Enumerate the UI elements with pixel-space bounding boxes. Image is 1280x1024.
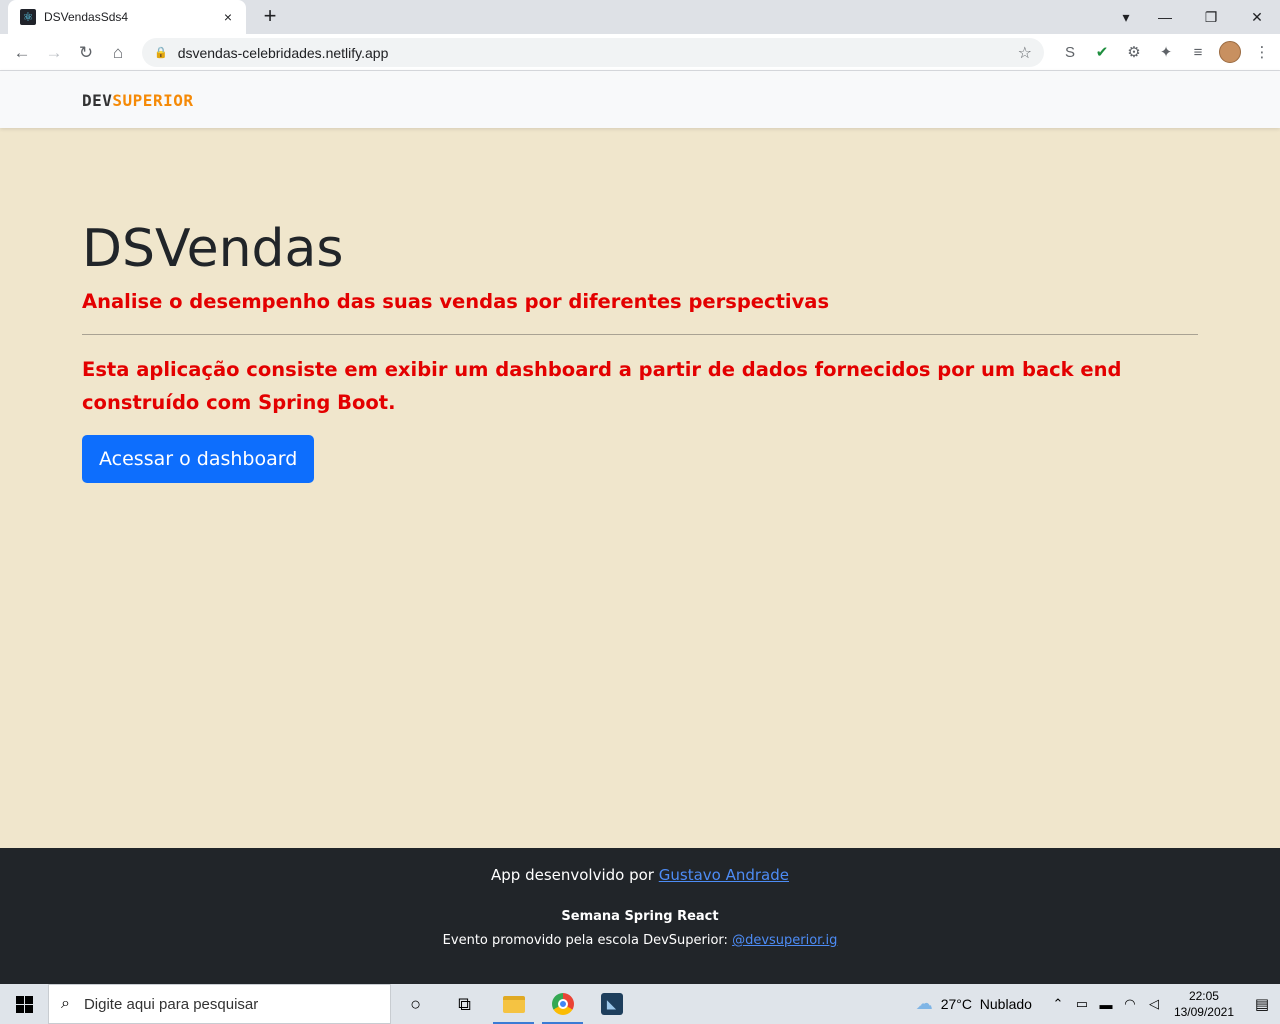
browser-tab[interactable]: ⚛ DSVendasSds4 × <box>8 0 246 34</box>
bookmark-star-icon[interactable]: ☆ <box>1018 43 1032 63</box>
task-view-icon[interactable]: ⧉ <box>440 984 489 1024</box>
taskbar-search-placeholder[interactable]: Digite aqui para pesquisar <box>84 996 258 1013</box>
notification-center-icon[interactable]: ▤ <box>1244 995 1280 1013</box>
avatar[interactable] <box>1219 41 1241 63</box>
clock-date: 13/09/2021 <box>1173 1005 1234 1019</box>
lock-icon[interactable]: 🔒 <box>154 46 168 59</box>
dashboard-button[interactable]: Acessar o dashboard <box>82 435 315 483</box>
author-link[interactable]: Gustavo Andrade <box>659 866 789 884</box>
devsuperior-logo[interactable]: DEVSUPERIOR <box>82 91 193 110</box>
weather-desc: Nublado <box>979 996 1032 1012</box>
system-tray: ☁ 27°C Nublado ⌃ ▭ ▬ ◠ ◁ 22:05 13/09/202… <box>916 984 1280 1024</box>
brand-superior: SUPERIOR <box>112 91 194 110</box>
start-button[interactable] <box>0 984 48 1024</box>
hero-section: DSVendas Analise o desempenho das suas v… <box>82 210 1198 483</box>
wifi-icon[interactable]: ◠ <box>1118 996 1142 1012</box>
tab-close-icon[interactable]: × <box>220 9 236 25</box>
cloud-icon[interactable]: ☁ <box>916 994 933 1014</box>
puzzle-extensions-icon[interactable]: ✦ <box>1150 40 1182 64</box>
url-text[interactable]: dsvendas-celebridades.netlify.app <box>178 45 1018 61</box>
chrome-icon <box>551 993 574 1015</box>
forward-icon[interactable]: → <box>42 41 66 65</box>
chevron-up-icon[interactable]: ⌃ <box>1046 996 1070 1012</box>
windows-taskbar: ⌕ Digite aqui para pesquisar ○ ⧉ ◣ ☁ 27°… <box>0 984 1280 1024</box>
address-bar[interactable]: 🔒 dsvendas-celebridades.netlify.app ☆ <box>142 38 1044 67</box>
divider <box>82 334 1198 335</box>
taskbar-search-box[interactable]: ⌕ Digite aqui para pesquisar <box>48 984 391 1024</box>
volume-icon[interactable]: ◁ <box>1142 996 1166 1012</box>
back-icon[interactable]: ← <box>10 41 34 65</box>
kebab-menu-icon[interactable]: ⋮ <box>1246 40 1278 64</box>
site-navbar: DEVSUPERIOR <box>0 71 1280 128</box>
browser-toolbar: ← → ↻ ⌂ 🔒 dsvendas-celebridades.netlify.… <box>0 34 1280 71</box>
footer-event-prefix: Evento promovido pela escola DevSuperior… <box>442 933 733 948</box>
file-explorer-app[interactable] <box>489 984 538 1024</box>
footer-event-title: Semana Spring React <box>561 909 719 924</box>
reload-icon[interactable]: ↻ <box>74 41 98 65</box>
page-title: DSVendas <box>82 219 344 279</box>
windows-logo-icon <box>15 995 33 1013</box>
brand-dev: DEV <box>82 91 113 110</box>
profile-avatar-slot[interactable] <box>1214 40 1246 64</box>
weather-temp: 27°C <box>940 996 972 1012</box>
gear-extension-icon[interactable]: ⚙ <box>1118 40 1150 64</box>
tab-search-icon[interactable]: ▾ <box>1110 9 1142 26</box>
mysql-workbench-app[interactable]: ◣ <box>587 984 636 1024</box>
media-queue-icon[interactable]: ≡ <box>1182 40 1214 64</box>
folder-icon <box>502 995 525 1013</box>
shield-extension-icon[interactable]: ✔ <box>1086 40 1118 64</box>
extensions-area: S ✔ ⚙ ✦ ≡ ⋮ <box>1054 40 1278 64</box>
weather-widget[interactable]: 27°C Nublado <box>941 996 1032 1012</box>
cortana-icon[interactable]: ○ <box>391 984 440 1024</box>
page-subtitle: Analise o desempenho das suas vendas por… <box>82 290 830 313</box>
restore-button[interactable]: ❐ <box>1188 9 1234 26</box>
browser-tabbar: ⚛ DSVendasSds4 × + ▾ — ❐ ✕ <box>0 0 1280 34</box>
search-icon: ⌕ <box>61 995 70 1012</box>
close-window-button[interactable]: ✕ <box>1234 9 1280 26</box>
page-description: Esta aplicação consiste em exibir um das… <box>82 358 1122 414</box>
window-controls: ▾ — ❐ ✕ <box>1110 0 1280 34</box>
battery-icon[interactable]: ▬ <box>1094 997 1118 1012</box>
footer-event-info: Evento promovido pela escola DevSuperior… <box>0 933 1280 948</box>
clock[interactable]: 22:05 13/09/2021 <box>1174 988 1234 1020</box>
meet-icon[interactable]: ▭ <box>1070 996 1094 1012</box>
footer-credits: App desenvolvido por Gustavo Andrade <box>0 866 1280 884</box>
home-icon[interactable]: ⌂ <box>106 41 130 65</box>
clock-time: 22:05 <box>1188 989 1219 1003</box>
minimize-button[interactable]: — <box>1142 9 1188 25</box>
instagram-link[interactable]: @devsuperior.ig <box>732 933 837 948</box>
tab-title: DSVendasSds4 <box>44 10 129 24</box>
new-tab-button[interactable]: + <box>258 5 282 29</box>
react-favicon-icon: ⚛ <box>20 9 36 25</box>
mysql-workbench-icon: ◣ <box>600 993 623 1015</box>
site-footer: App desenvolvido por Gustavo Andrade Sem… <box>0 848 1280 984</box>
chrome-app[interactable] <box>538 984 587 1024</box>
footer-credits-prefix: App desenvolvido por <box>491 866 659 884</box>
skype-extension-icon[interactable]: S <box>1054 40 1086 64</box>
